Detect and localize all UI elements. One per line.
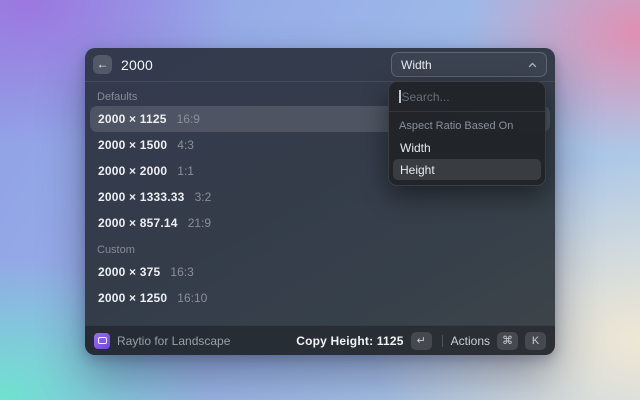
actions-button[interactable]: Actions (451, 334, 490, 348)
dropdown-search-input[interactable]: Search... (389, 82, 545, 111)
back-arrow-icon: ← (97, 55, 109, 74)
primary-action-label[interactable]: Copy Height: 1125 (296, 334, 403, 348)
list-item[interactable]: 2000 × 857.14 21:9 (90, 210, 550, 236)
item-dimensions: 2000 × 1250 (98, 291, 167, 305)
list-item[interactable]: 2000 × 375 16:3 (90, 259, 550, 285)
raytio-app-icon (94, 333, 110, 349)
item-dimensions: 2000 × 857.14 (98, 216, 178, 230)
app-name-label: Raytio for Landscape (117, 334, 230, 348)
dropdown-selected-value: Width (401, 58, 528, 72)
dropdown-options: WidthHeight (389, 137, 545, 180)
item-ratio: 3:2 (195, 190, 212, 204)
item-dimensions: 2000 × 1333.33 (98, 190, 185, 204)
top-bar: ← 2000 Width (85, 48, 555, 82)
aspect-ratio-dropdown-trigger[interactable]: Width (391, 52, 547, 77)
section-header: Custom (85, 241, 555, 259)
item-ratio: 1:1 (177, 164, 194, 178)
item-ratio: 16:10 (177, 291, 207, 305)
k-key-icon[interactable]: K (525, 332, 546, 350)
dropdown-option[interactable]: Width (393, 137, 541, 158)
item-dimensions: 2000 × 1500 (98, 138, 167, 152)
raycast-window: ← 2000 Width Defaults2000 × 112516:92000… (85, 48, 555, 355)
footer-divider (442, 335, 443, 347)
enter-key-icon[interactable]: ↵ (411, 332, 432, 350)
cmd-key-icon[interactable]: ⌘ (497, 332, 518, 350)
dropdown-option[interactable]: Height (393, 159, 541, 180)
list-item[interactable]: 2000 × 1333.33 3:2 (90, 184, 550, 210)
search-query-input[interactable]: 2000 (121, 57, 153, 73)
item-ratio: 21:9 (188, 216, 211, 230)
item-ratio: 4:3 (177, 138, 194, 152)
chevron-up-icon (528, 62, 537, 68)
list-item[interactable]: 2000 × 1250 16:10 (90, 285, 550, 311)
item-dimensions: 2000 × 1125 (98, 112, 167, 126)
dropdown-section-label: Aspect Ratio Based On (389, 112, 545, 137)
item-dimensions: 2000 × 2000 (98, 164, 167, 178)
item-dimensions: 2000 × 375 (98, 265, 160, 279)
search-placeholder: Search... (402, 90, 450, 104)
back-button[interactable]: ← (93, 55, 112, 74)
text-caret (399, 90, 401, 103)
footer-bar: Raytio for Landscape Copy Height: 1125 ↵… (85, 325, 555, 355)
item-ratio: 16:3 (170, 265, 193, 279)
item-ratio: 16:9 (177, 112, 200, 126)
dropdown-panel: Search... Aspect Ratio Based On WidthHei… (388, 81, 546, 186)
